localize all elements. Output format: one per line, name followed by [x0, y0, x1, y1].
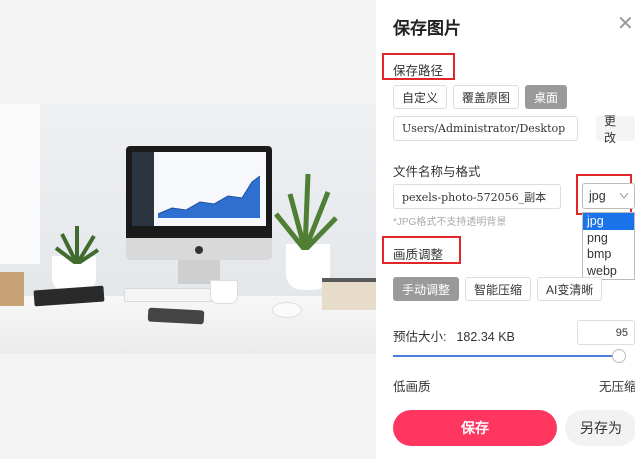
- save-path-label: 保存路径: [393, 64, 444, 78]
- photo-books-right: [322, 278, 376, 310]
- save-path-custom-button[interactable]: 自定义: [393, 85, 448, 109]
- low-quality-label: 低画质: [393, 380, 431, 394]
- quality-smart-compress-button[interactable]: 智能压缩: [465, 277, 532, 301]
- quality-mode-options: 手动调整 智能压缩 AI变清晰: [393, 277, 603, 301]
- file-name-field[interactable]: pexels-photo-572056_副本: [393, 184, 561, 209]
- format-select[interactable]: jpg: [582, 183, 635, 209]
- change-path-button[interactable]: 更改: [596, 114, 635, 145]
- photo-plant-right: [274, 174, 338, 250]
- photo-books-left: [0, 272, 24, 306]
- close-icon[interactable]: ✕: [617, 14, 634, 34]
- format-select-value: jpg: [589, 189, 606, 203]
- save-path-options: 自定义 覆盖原图 桌面: [393, 85, 568, 109]
- quality-slider-thumb[interactable]: [612, 349, 626, 363]
- photo-monitor: [126, 146, 272, 242]
- photo-monitor-screen: [132, 152, 266, 226]
- save-image-window: 保存图片 ✕ 保存路径 自定义 覆盖原图 桌面 Users/Administra…: [0, 0, 635, 459]
- screen-area-chart: [157, 175, 261, 218]
- quality-slider-track[interactable]: [393, 355, 623, 357]
- save-path-desktop-button[interactable]: 桌面: [525, 85, 568, 109]
- quality-label: 画质调整: [393, 248, 444, 262]
- format-option-bmp[interactable]: bmp: [583, 246, 634, 263]
- quality-value-field[interactable]: 95: [577, 320, 635, 345]
- no-compression-label: 无压缩: [599, 380, 635, 394]
- save-button[interactable]: 保存: [393, 410, 557, 446]
- save-as-button[interactable]: 另存为: [565, 410, 635, 446]
- apple-logo-icon: [195, 246, 203, 254]
- chevron-down-icon: [620, 193, 628, 199]
- photo-mouse: [272, 302, 302, 318]
- estimated-size-row: 预估大小: 182.34 KB: [393, 326, 515, 345]
- save-path-field[interactable]: Users/Administrator/Desktop: [393, 116, 578, 141]
- photo-monitor-chin: [126, 238, 272, 260]
- quality-manual-button[interactable]: 手动调整: [393, 277, 460, 301]
- photo-plant-left: [54, 226, 100, 264]
- photo-phone: [147, 307, 205, 325]
- format-option-png[interactable]: png: [583, 230, 634, 247]
- estimated-size-value: 182.34 KB: [456, 330, 515, 344]
- photo-cup: [210, 280, 238, 304]
- format-option-jpg[interactable]: jpg: [583, 213, 634, 230]
- save-path-overwrite-button[interactable]: 覆盖原图: [453, 85, 520, 109]
- quality-ai-enhance-button[interactable]: AI变清晰: [537, 277, 603, 301]
- image-preview-area: [0, 0, 376, 459]
- format-dropdown-list: jpg png bmp webp: [582, 212, 635, 280]
- estimated-size-label: 预估大小:: [393, 330, 447, 344]
- dialog-title: 保存图片: [393, 19, 461, 38]
- photo-window: [0, 104, 40, 264]
- file-name-format-label: 文件名称与格式: [393, 165, 481, 179]
- preview-image: [0, 104, 376, 354]
- save-settings-panel: 保存图片 ✕ 保存路径 自定义 覆盖原图 桌面 Users/Administra…: [376, 0, 635, 459]
- format-hint: *JPG格式不支持透明背景: [393, 217, 507, 228]
